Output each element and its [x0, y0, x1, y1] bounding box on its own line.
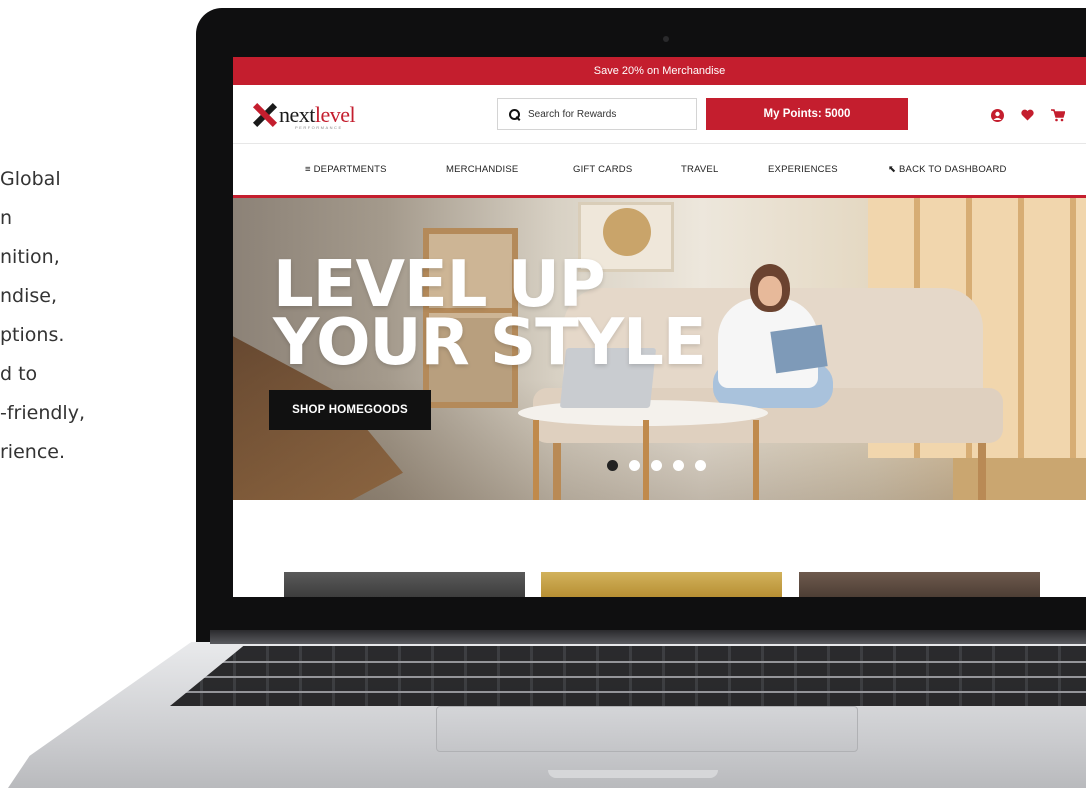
main-nav: ≡ DEPARTMENTS MERCHANDISE GIFT CARDS TRA… [233, 144, 1086, 198]
carousel-dot-2[interactable] [629, 460, 640, 471]
category-tile-2[interactable] [541, 572, 782, 597]
side-text-line: rience. [0, 441, 65, 463]
my-points-button[interactable]: My Points: 5000 [706, 98, 908, 130]
back-arrow-icon: ⬉ [888, 164, 899, 175]
nav-experiences[interactable]: EXPERIENCES [768, 144, 838, 195]
side-text-line: d to [0, 363, 38, 385]
webcam-icon [663, 36, 669, 42]
site-logo[interactable]: nextlevel PERFORMANCE [251, 102, 356, 130]
hero-bg-fan-art [603, 208, 651, 256]
category-tile-1[interactable] [284, 572, 525, 597]
hero-bg-person-face [758, 276, 782, 306]
site-header: nextlevel PERFORMANCE My Points: 5000 [233, 85, 1086, 144]
nav-departments-label: DEPARTMENTS [313, 164, 387, 175]
keyboard [170, 646, 1086, 706]
nav-gift-cards[interactable]: GIFT CARDS [573, 144, 632, 195]
carousel-dot-3[interactable] [651, 460, 662, 471]
key-row-divider [170, 676, 1086, 678]
hero-bg-sofa-leg [553, 443, 561, 500]
laptop-screen: Save 20% on Merchandise nextlevel PERFOR… [233, 57, 1086, 597]
side-text-line: -friendly, [0, 402, 85, 424]
carousel-dot-4[interactable] [673, 460, 684, 471]
heart-icon[interactable] [1021, 109, 1034, 123]
hero-title: LEVEL UP YOUR STYLE [273, 253, 707, 380]
search-icon[interactable] [509, 108, 521, 121]
search-input[interactable] [526, 107, 690, 121]
side-description-text: Global n nition, ndise, ptions. d to -fr… [0, 160, 200, 472]
key-row-divider [170, 661, 1086, 663]
promo-banner[interactable]: Save 20% on Merchandise [233, 57, 1086, 85]
side-text-line: n [0, 207, 13, 229]
carousel-dots [607, 460, 706, 471]
logo-text-next: next [279, 102, 315, 127]
hero-banner: LEVEL UP YOUR STYLE SHOP HOMEGOODS [233, 198, 1086, 500]
shop-homegoods-button[interactable]: SHOP HOMEGOODS [269, 390, 431, 430]
nav-back-label: BACK TO DASHBOARD [899, 164, 1007, 175]
hero-bg-rug [953, 458, 1086, 500]
hero-bg-table-leg [533, 420, 539, 500]
nav-back-to-dashboard[interactable]: ⬉ BACK TO DASHBOARD [888, 144, 1007, 195]
side-text-line: ptions. [0, 324, 65, 346]
laptop-front-notch [548, 770, 718, 778]
hero-bg-table-leg [753, 420, 759, 500]
nav-merchandise[interactable]: MERCHANDISE [446, 144, 518, 195]
carousel-dot-5[interactable] [695, 460, 706, 471]
nav-departments[interactable]: ≡ DEPARTMENTS [305, 144, 387, 195]
menu-hamburger-icon: ≡ [305, 164, 314, 175]
side-text-line: nition, [0, 246, 60, 268]
hero-bg-magazine [770, 324, 828, 374]
category-tile-3[interactable] [799, 572, 1040, 597]
side-text-line: Global [0, 168, 61, 190]
nav-travel[interactable]: TRAVEL [681, 144, 718, 195]
cart-icon[interactable] [1051, 109, 1066, 124]
search-box[interactable] [497, 98, 697, 130]
hero-title-line2: YOUR STYLE [273, 306, 707, 380]
logo-x-mark-icon [251, 102, 278, 128]
laptop-hinge [210, 630, 1086, 644]
side-text-line: ndise, [0, 285, 58, 307]
trackpad [436, 706, 858, 752]
logo-tagline: PERFORMANCE [295, 125, 343, 130]
user-icon[interactable] [991, 109, 1004, 124]
carousel-dot-1[interactable] [607, 460, 618, 471]
hero-bg-sofa-leg [978, 443, 986, 500]
key-row-divider [170, 691, 1086, 693]
logo-text-level: level [314, 102, 356, 127]
